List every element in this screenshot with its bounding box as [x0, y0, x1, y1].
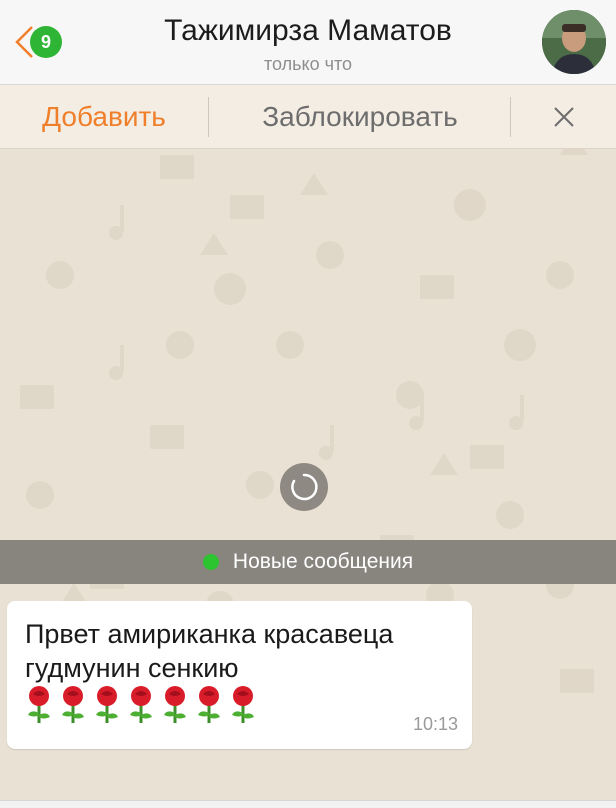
- rose-emoji-icon: [198, 686, 220, 723]
- close-icon: [554, 106, 574, 127]
- new-messages-label: Новые сообщения: [232, 550, 414, 573]
- incoming-message-bubble[interactable]: Првет амириканка красавеца гудмунин сенк…: [7, 601, 472, 749]
- rose-emoji-icon: [28, 686, 50, 723]
- unread-count-badge: 9: [30, 26, 62, 58]
- rose-emoji-icon: [62, 686, 84, 723]
- divider: [208, 97, 209, 137]
- avatar[interactable]: [542, 10, 606, 74]
- contact-action-bar: Добавить Заблокировать: [0, 85, 616, 149]
- add-contact-button[interactable]: Добавить: [0, 85, 208, 148]
- online-dot-icon: [202, 554, 219, 570]
- chat-header: 9 Тажимирза Маматов только что: [0, 0, 616, 85]
- rose-emoji-icon: [96, 686, 118, 723]
- contact-name: Тажимирза Маматов: [164, 14, 452, 47]
- back-button[interactable]: 9: [8, 20, 72, 64]
- loading-spinner-icon: [280, 463, 328, 511]
- block-contact-button[interactable]: Заблокировать: [210, 85, 510, 148]
- rose-emoji-icon: [232, 686, 254, 723]
- rose-emoji-icon: [130, 686, 152, 723]
- new-messages-divider: Новые сообщения: [0, 540, 616, 584]
- emoji-row: [25, 685, 257, 725]
- close-button[interactable]: [512, 85, 616, 148]
- rose-emoji-icon: [164, 686, 186, 723]
- message-text: Првет амириканка красавеца гудмунин сенк…: [25, 619, 394, 683]
- divider: [510, 97, 511, 137]
- message-timestamp: 10:13: [412, 714, 458, 734]
- avatar-photo-icon: [542, 10, 606, 74]
- last-seen-status: только что: [263, 54, 353, 74]
